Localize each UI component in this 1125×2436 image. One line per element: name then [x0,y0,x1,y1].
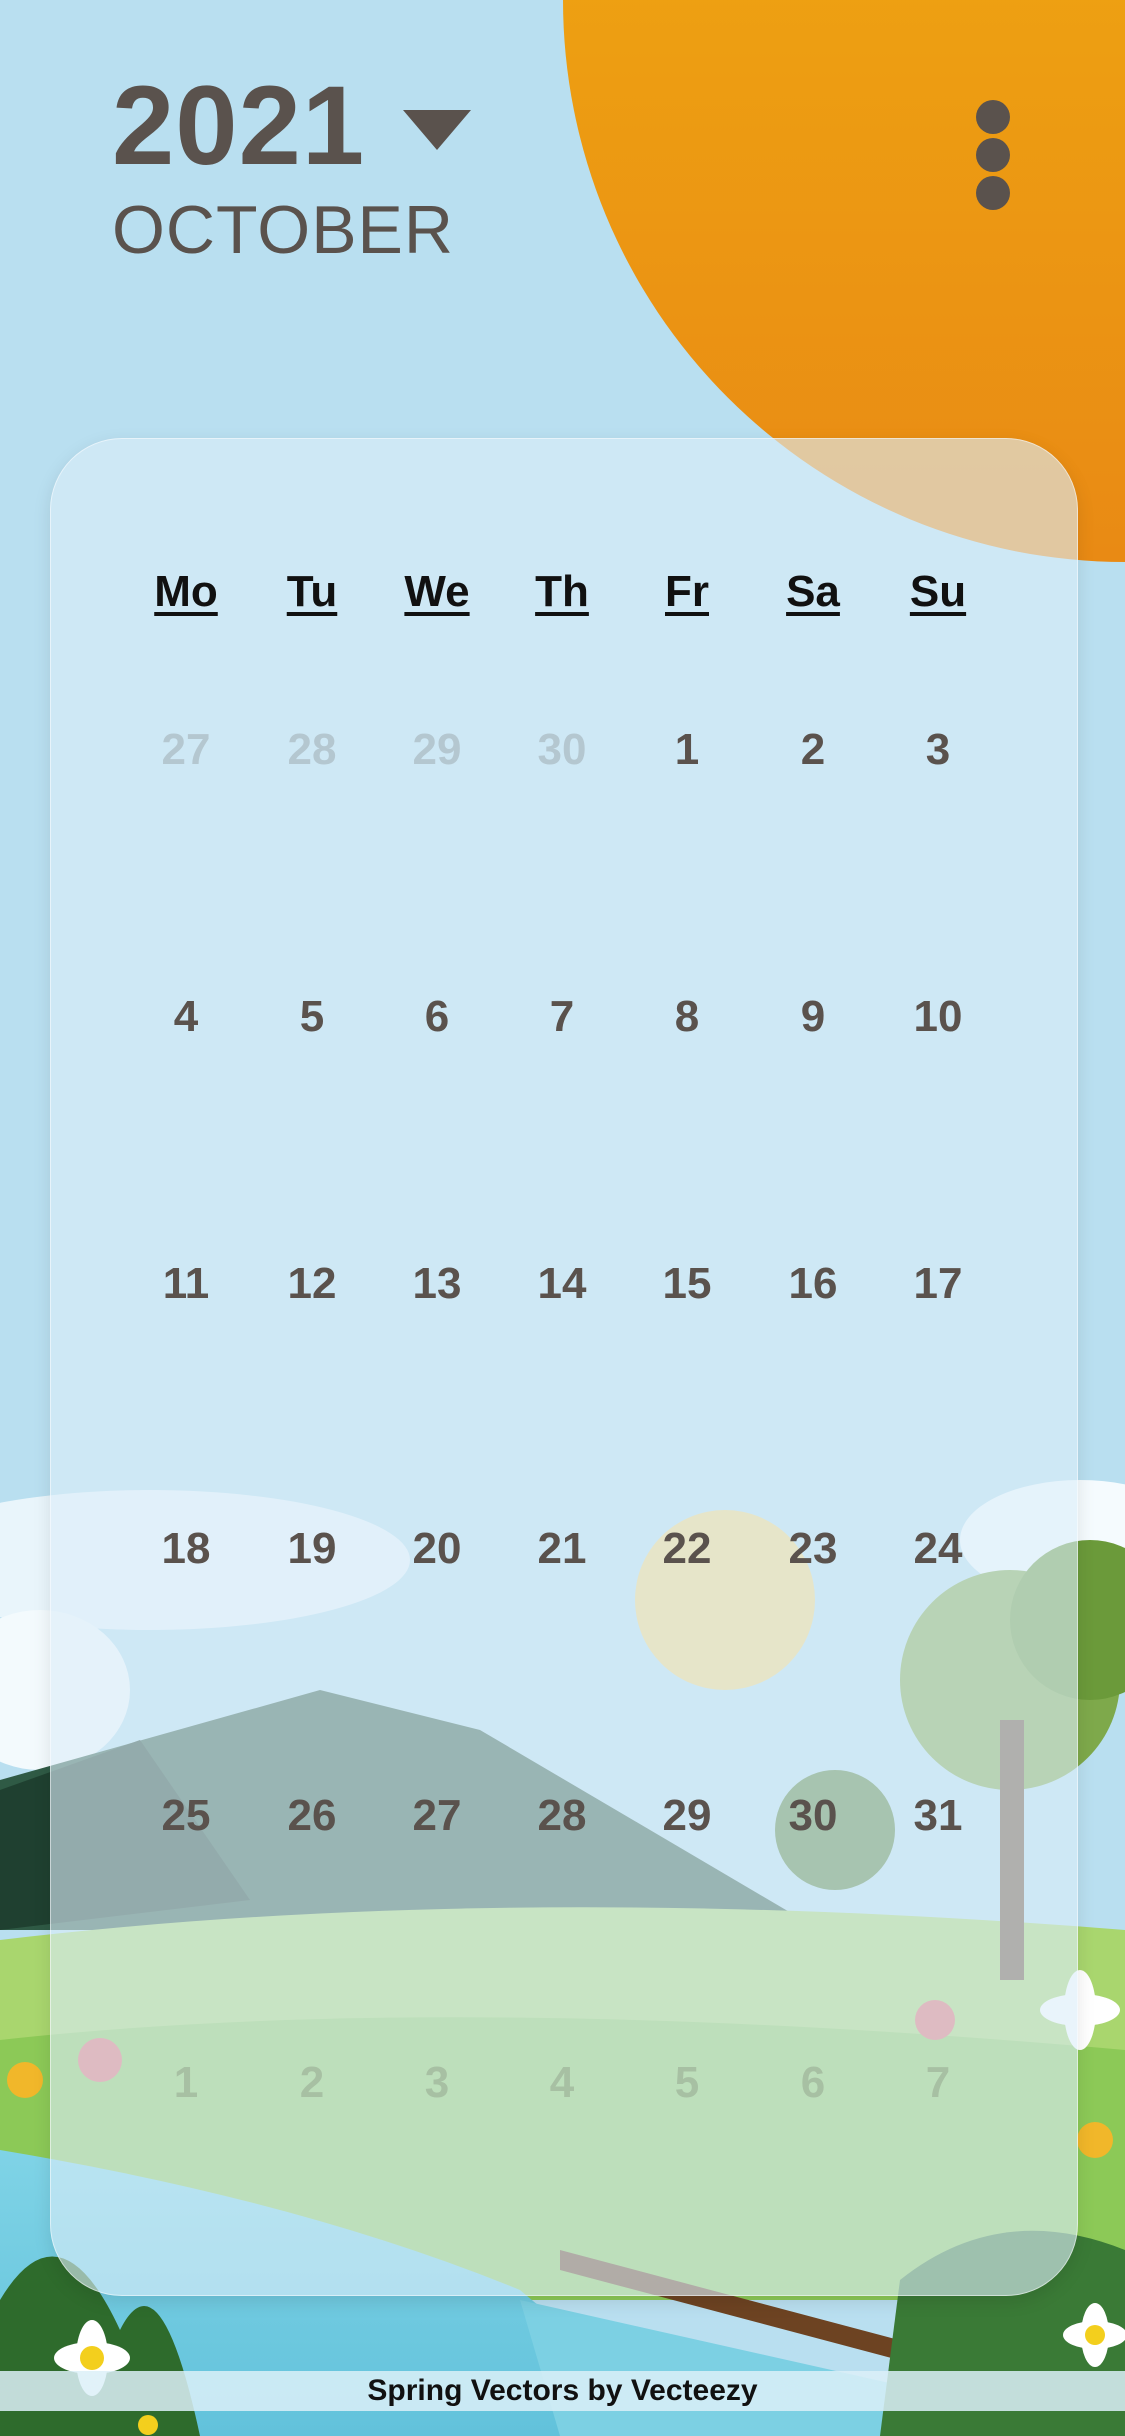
calendar-day[interactable]: 23 [753,1524,873,1574]
calendar-day[interactable]: 12 [252,1259,372,1309]
menu-dot [976,138,1010,172]
calendar-day[interactable]: 31 [878,1791,998,1841]
calendar-day[interactable]: 5 [252,992,372,1042]
calendar-day[interactable]: 21 [502,1524,622,1574]
calendar-day[interactable]: 4 [126,992,246,1042]
calendar-day-adjacent-month[interactable]: 5 [627,2058,747,2108]
calendar-day[interactable]: 27 [377,1791,497,1841]
year-selector[interactable]: 2021 [112,70,472,182]
calendar-header: 2021 OCTOBER [112,70,472,268]
calendar-day-adjacent-month[interactable]: 4 [502,2058,622,2108]
calendar-day-adjacent-month[interactable]: 27 [126,725,246,775]
caret-down-icon[interactable] [403,110,472,150]
calendar-day[interactable]: 18 [126,1524,246,1574]
calendar-day-adjacent-month[interactable]: 30 [502,725,622,775]
year-label[interactable]: 2021 [112,70,365,182]
calendar-day[interactable]: 13 [377,1259,497,1309]
calendar-day[interactable]: 25 [126,1791,246,1841]
weekday-wed: We [404,567,470,616]
month-label: OCTOBER [112,192,455,268]
calendar-day[interactable]: 19 [252,1524,372,1574]
calendar-day[interactable]: 14 [502,1259,622,1309]
calendar-day[interactable]: 26 [252,1791,372,1841]
calendar-day[interactable]: 8 [627,992,747,1042]
menu-dot [976,100,1010,134]
calendar-day[interactable]: 15 [627,1259,747,1309]
calendar-day-adjacent-month[interactable]: 3 [377,2058,497,2108]
calendar-day-adjacent-month[interactable]: 6 [753,2058,873,2108]
calendar-day-adjacent-month[interactable]: 2 [252,2058,372,2108]
calendar-day[interactable]: 24 [878,1524,998,1574]
calendar-day-adjacent-month[interactable]: 29 [377,725,497,775]
calendar-day[interactable]: 6 [377,992,497,1042]
menu-dot [976,176,1010,210]
weekday-tue: Tu [286,567,338,616]
weekday-mon: Mo [154,567,218,616]
calendar-day[interactable]: 11 [126,1259,246,1309]
calendar-day-adjacent-month[interactable]: 28 [252,725,372,775]
weekday-fri: Fr [665,567,709,616]
more-vertical-icon[interactable] [972,100,1012,212]
calendar-day-adjacent-month[interactable]: 7 [878,2058,998,2108]
calendar-day[interactable]: 28 [502,1791,622,1841]
calendar-day[interactable]: 1 [627,725,747,775]
calendar-day[interactable]: 10 [878,992,998,1042]
weekday-thu: Th [535,567,589,616]
weekday-row: Mo Tu We Th Fr Sa Su [51,567,1077,627]
weekday-sat: Sa [786,567,840,616]
calendar-day[interactable]: 2 [753,725,873,775]
calendar-day[interactable]: 20 [377,1524,497,1574]
calendar-day[interactable]: 22 [627,1524,747,1574]
calendar-day[interactable]: 7 [502,992,622,1042]
calendar-card: Mo Tu We Th Fr Sa Su 27 28 29 30 1 2 3 4 5 6 7 8 9 10… [50,438,1078,2296]
calendar-day[interactable]: 29 [627,1791,747,1841]
calendar-day[interactable]: 17 [878,1259,998,1309]
calendar-day[interactable]: 16 [753,1259,873,1309]
image-credit: Spring Vectors by Vecteezy [0,2371,1125,2411]
calendar-day[interactable]: 9 [753,992,873,1042]
calendar-day-adjacent-month[interactable]: 1 [126,2058,246,2108]
calendar-day[interactable]: 3 [878,725,998,775]
weekday-sun: Su [909,567,967,616]
calendar-day[interactable]: 30 [753,1791,873,1841]
